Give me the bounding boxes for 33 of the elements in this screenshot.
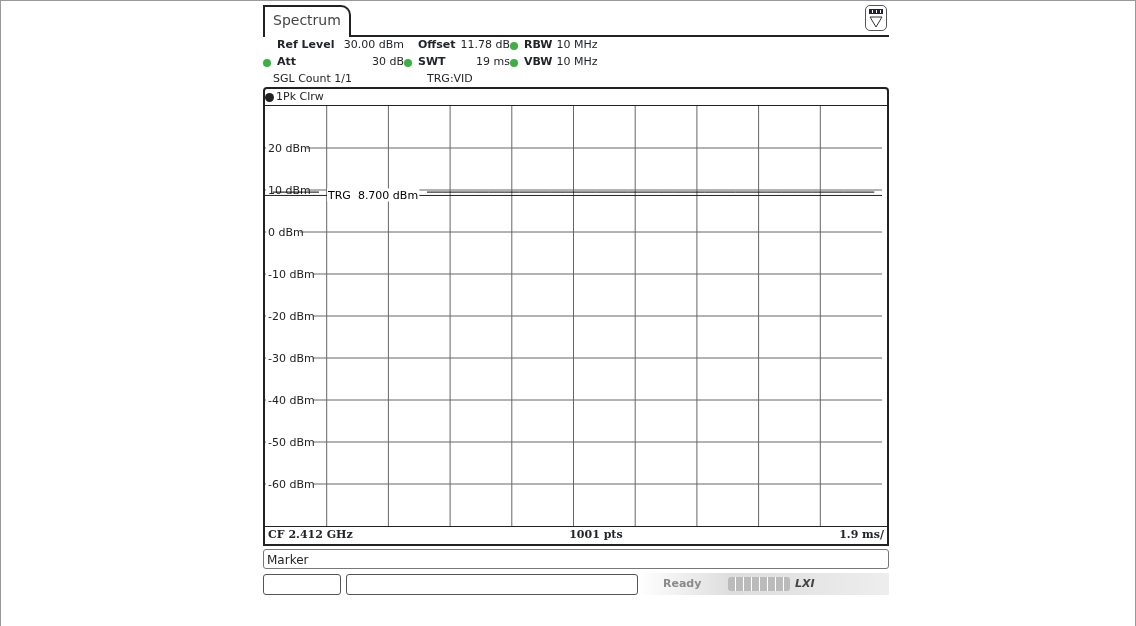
setting-value: 10 MHz <box>556 54 598 71</box>
trigger-label: TRG 8.700 dBm <box>328 189 419 203</box>
trace-label: 1Pk Clrw <box>276 88 324 105</box>
setting-label: Offset <box>418 37 456 54</box>
tab[interactable]: Spectrum <box>263 5 351 37</box>
status-text: SGL Count 1/1 <box>273 71 353 87</box>
setting-value: 30 dB <box>370 54 404 71</box>
center-frequency: CF 2.412 GHz <box>268 527 353 544</box>
axis-label: -10 dBm <box>268 268 315 281</box>
setting-label: SWT <box>418 54 446 71</box>
axis-label: -40 dBm <box>268 394 315 407</box>
axis-label: 0 dBm <box>268 226 304 239</box>
level-meter-icon <box>728 577 790 591</box>
status-text: TRG:VID <box>427 71 473 87</box>
axis-label: -60 dBm <box>268 478 315 491</box>
time-per-division: 1.9 ms/ <box>839 527 884 544</box>
setting-label: Ref Level <box>277 37 335 54</box>
setting-value: 19 ms <box>475 54 510 71</box>
setting-label: VBW <box>524 54 553 71</box>
axis-label: -30 dBm <box>268 352 315 365</box>
setting-value: 10 MHz <box>556 37 598 54</box>
setting-label: Att <box>277 54 297 71</box>
sweep-points: 1001 pts <box>569 527 623 544</box>
setting-value: 30.00 dBm <box>342 37 404 54</box>
status-text: Ready <box>663 575 703 592</box>
axis-label: 20 dBm <box>268 142 311 155</box>
logo-text: LXI <box>795 575 815 592</box>
marker-bar[interactable]: Marker <box>263 549 889 569</box>
axis-label: -50 dBm <box>268 436 315 449</box>
menu-icon[interactable] <box>865 5 887 31</box>
axis-label: -20 dBm <box>268 310 315 323</box>
setting-value: 11.78 dB <box>459 37 510 54</box>
setting-label: RBW <box>524 37 553 54</box>
